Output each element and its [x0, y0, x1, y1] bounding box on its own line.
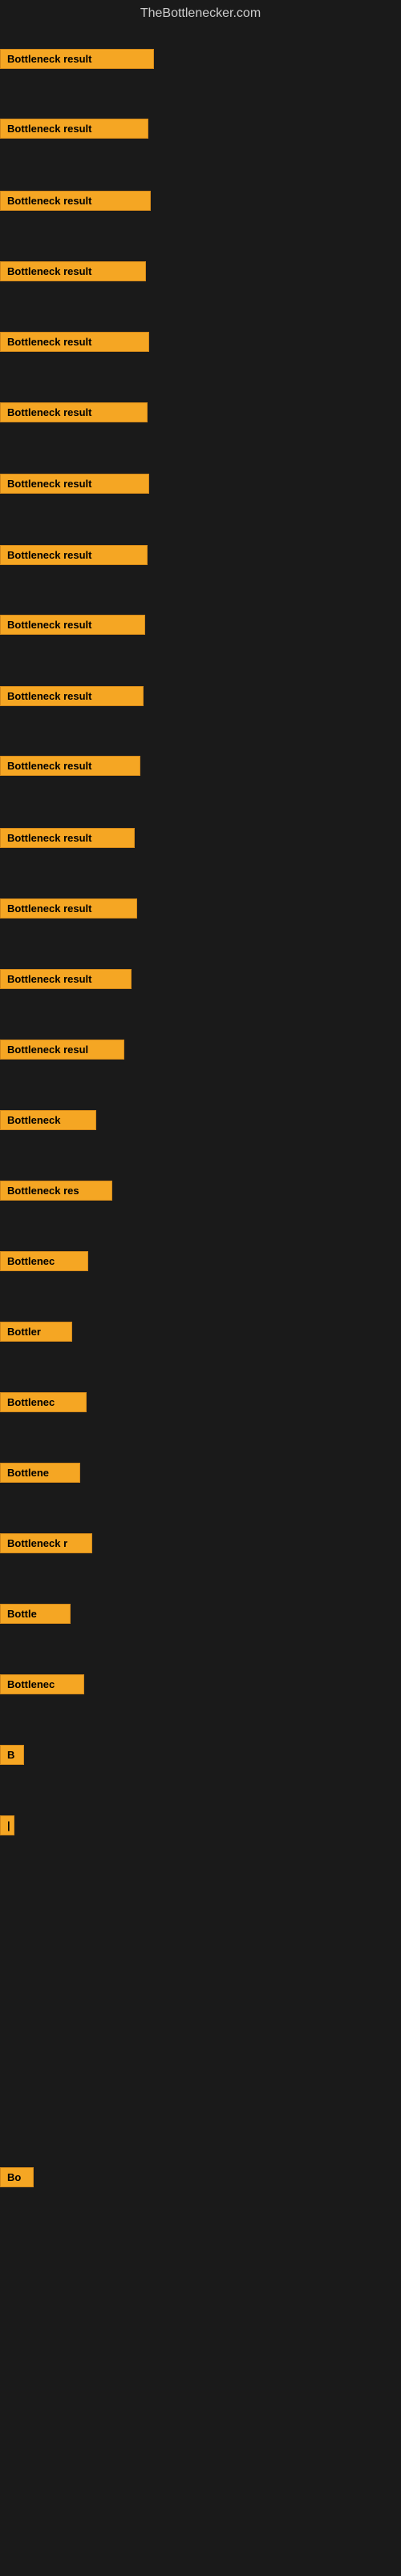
bottleneck-result-item[interactable]: Bottleneck result: [0, 49, 154, 69]
bottleneck-result-item[interactable]: Bottleneck result: [0, 756, 140, 776]
bottleneck-result-item[interactable]: Bottleneck result: [0, 615, 145, 635]
bottleneck-result-item[interactable]: Bottlenec: [0, 1674, 84, 1694]
bottleneck-result-item[interactable]: |: [0, 1815, 14, 1835]
bottleneck-result-item[interactable]: Bottleneck result: [0, 119, 148, 139]
bottleneck-result-item[interactable]: Bottleneck r: [0, 1533, 92, 1553]
site-title: TheBottlenecker.com: [0, 0, 401, 27]
bottleneck-result-item[interactable]: Bottlenec: [0, 1392, 87, 1412]
bottleneck-result-item[interactable]: Bottleneck result: [0, 191, 151, 211]
bottleneck-result-item[interactable]: Bottleneck result: [0, 261, 146, 281]
bottleneck-result-item[interactable]: Bottleneck result: [0, 474, 149, 494]
bottleneck-result-item[interactable]: Bo: [0, 2167, 34, 2187]
bottleneck-result-item[interactable]: Bottlenec: [0, 1251, 88, 1271]
bottleneck-result-item[interactable]: Bottleneck result: [0, 332, 149, 352]
bottleneck-result-item[interactable]: Bottleneck res: [0, 1181, 112, 1201]
bottleneck-result-item[interactable]: Bottler: [0, 1322, 72, 1342]
bottleneck-result-item[interactable]: Bottleneck result: [0, 969, 132, 989]
bottleneck-result-item[interactable]: B: [0, 1745, 24, 1765]
bottleneck-result-item[interactable]: Bottleneck result: [0, 402, 148, 422]
bottleneck-result-item[interactable]: Bottlene: [0, 1463, 80, 1483]
bottleneck-result-item[interactable]: Bottleneck resul: [0, 1040, 124, 1060]
bottleneck-result-item[interactable]: Bottleneck result: [0, 828, 135, 848]
bottleneck-result-item[interactable]: Bottle: [0, 1604, 71, 1624]
bottleneck-result-item[interactable]: Bottleneck: [0, 1110, 96, 1130]
bottleneck-result-item[interactable]: Bottleneck result: [0, 898, 137, 919]
bottleneck-result-item[interactable]: Bottleneck result: [0, 686, 144, 706]
bottleneck-result-item[interactable]: Bottleneck result: [0, 545, 148, 565]
